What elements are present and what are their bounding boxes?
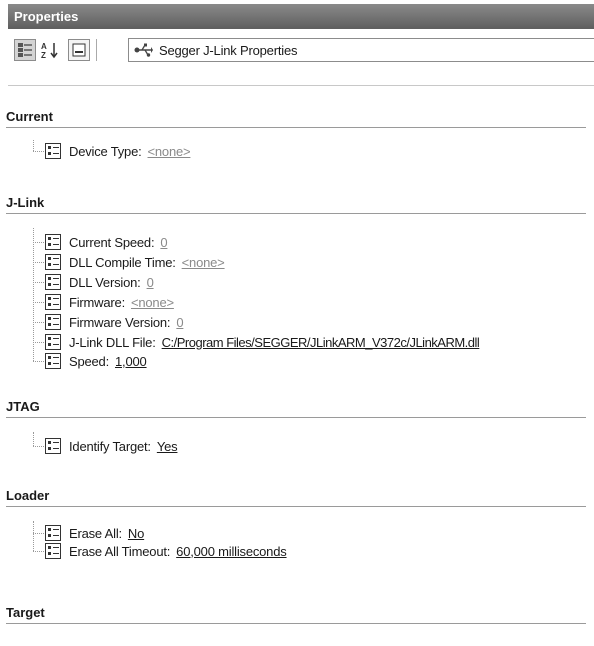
property-label: Firmware Version: <box>69 314 171 330</box>
property-value[interactable]: 0 <box>160 235 167 250</box>
property-row-firmware-version[interactable]: Firmware Version: 0 <box>45 313 184 331</box>
property-icon <box>45 294 61 310</box>
property-icon <box>45 438 61 454</box>
property-value[interactable]: C:/Program Files/SEGGER/JLinkARM_V372c/J… <box>162 335 480 350</box>
property-value[interactable]: 1,000 <box>115 354 147 369</box>
property-value[interactable]: Yes <box>157 439 178 454</box>
tree-line <box>33 151 44 152</box>
property-icon <box>45 274 61 290</box>
property-value[interactable]: 60,000 milliseconds <box>176 544 287 559</box>
category-header-loader[interactable]: Loader <box>6 488 586 507</box>
property-label: Firmware: <box>69 294 125 310</box>
usb-plug-icon <box>134 43 153 57</box>
property-value[interactable]: 0 <box>147 275 154 290</box>
property-row-jlink-dll-file[interactable]: J-Link DLL File: C:/Program Files/SEGGER… <box>45 333 480 351</box>
property-pages-icon <box>72 43 86 57</box>
toolbar-separator <box>96 39 97 61</box>
tree-line <box>33 282 44 283</box>
tree-line <box>33 446 44 447</box>
categorized-view-button[interactable] <box>14 39 36 61</box>
property-label: Erase All Timeout: <box>69 543 171 559</box>
properties-toolbar: A Z Segger J-Link Properties <box>8 29 594 86</box>
property-value[interactable]: <none> <box>182 255 225 270</box>
tree-line <box>33 432 34 446</box>
category-header-target[interactable]: Target <box>6 605 586 624</box>
property-row-firmware[interactable]: Firmware: <none> <box>45 293 174 311</box>
property-label: Identify Target: <box>69 438 151 454</box>
left-border <box>0 0 8 646</box>
property-label: Speed: <box>69 353 110 369</box>
tree-line <box>33 342 44 343</box>
property-label: J-Link DLL File: <box>69 334 156 350</box>
property-row-identify-target[interactable]: Identify Target: Yes <box>45 437 178 455</box>
panel-title: Properties <box>14 9 79 24</box>
property-value[interactable]: <none> <box>148 144 191 159</box>
property-label: Device Type: <box>69 143 142 159</box>
property-icon <box>45 525 61 541</box>
categorized-icon <box>18 43 32 57</box>
property-value[interactable]: <none> <box>131 295 174 310</box>
property-icon <box>45 234 61 250</box>
tree-line <box>33 322 44 323</box>
alphabetical-view-button[interactable]: A Z <box>39 39 61 61</box>
property-row-erase-all-timeout[interactable]: Erase All Timeout: 60,000 milliseconds <box>45 542 287 560</box>
svg-text:Z: Z <box>41 51 46 59</box>
property-icon <box>45 334 61 350</box>
tree-line <box>33 262 44 263</box>
tree-line <box>33 551 44 552</box>
category-header-jlink[interactable]: J-Link <box>6 195 586 214</box>
property-icon <box>45 254 61 270</box>
property-row-dll-compile-time[interactable]: DLL Compile Time: <none> <box>45 253 225 271</box>
tree-line <box>33 521 34 551</box>
property-row-current-speed[interactable]: Current Speed: 0 <box>45 233 168 251</box>
sort-az-icon: A Z <box>41 42 58 59</box>
tree-line <box>33 302 44 303</box>
tree-line <box>33 533 44 534</box>
property-label: DLL Version: <box>69 274 141 290</box>
property-pages-button[interactable] <box>68 39 90 61</box>
tree-line <box>33 242 44 243</box>
property-icon <box>45 314 61 330</box>
property-row-dll-version[interactable]: DLL Version: 0 <box>45 273 154 291</box>
svg-text:A: A <box>41 42 47 51</box>
tree-line <box>33 361 44 362</box>
property-icon <box>45 353 61 369</box>
property-row-speed[interactable]: Speed: 1,000 <box>45 352 147 370</box>
property-label: Erase All: <box>69 525 122 541</box>
property-value[interactable]: No <box>128 526 144 541</box>
property-icon <box>45 143 61 159</box>
property-label: Current Speed: <box>69 234 155 250</box>
category-header-jtag[interactable]: JTAG <box>6 399 586 418</box>
property-icon <box>45 543 61 559</box>
properties-title-bar: Properties <box>8 4 594 29</box>
category-header-current[interactable]: Current <box>6 109 586 128</box>
property-row-device-type[interactable]: Device Type: <none> <box>45 142 191 160</box>
selector-label: Segger J-Link Properties <box>159 42 298 58</box>
property-row-erase-all[interactable]: Erase All: No <box>45 524 144 542</box>
property-label: DLL Compile Time: <box>69 254 176 270</box>
tree-line <box>33 140 34 151</box>
object-selector[interactable]: Segger J-Link Properties <box>128 38 594 62</box>
property-value[interactable]: 0 <box>176 315 183 330</box>
